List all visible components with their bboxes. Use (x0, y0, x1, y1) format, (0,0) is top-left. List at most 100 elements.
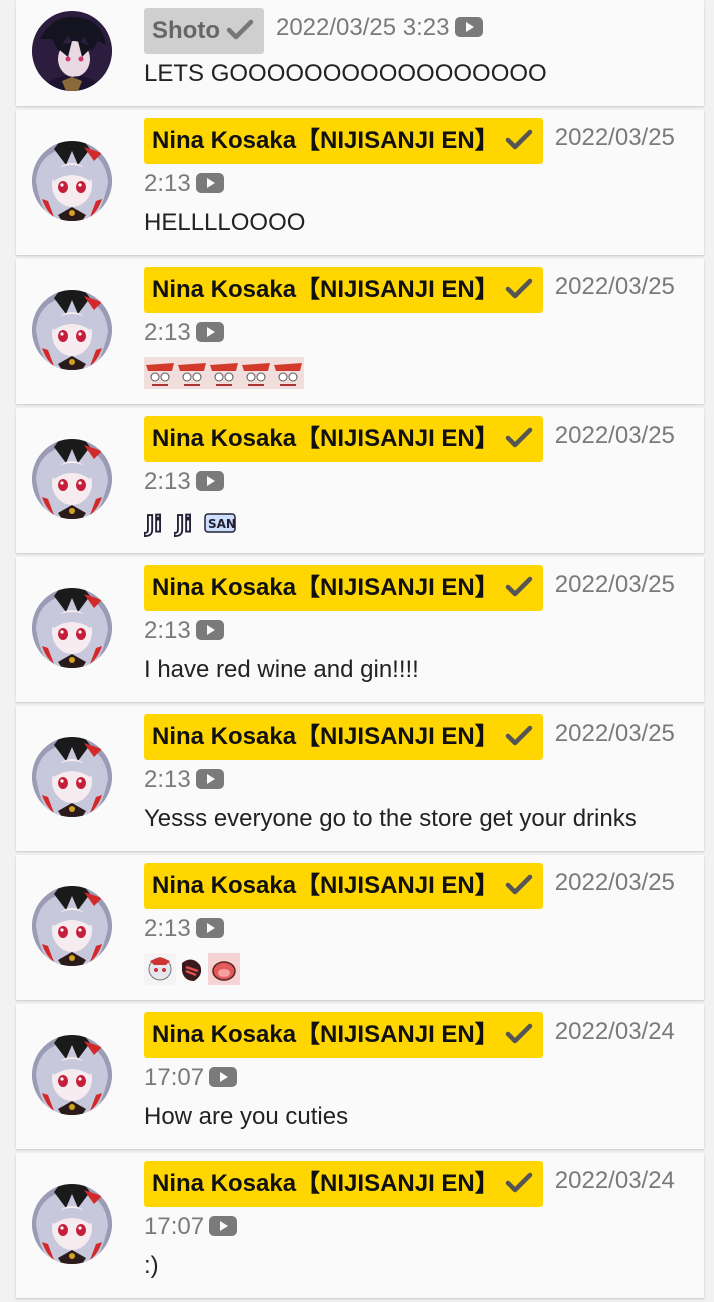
avatar[interactable] (32, 11, 112, 91)
youtube-icon[interactable] (191, 766, 225, 793)
chat-message: Nina Kosaka【NIJISANJI EN】 2022/03/25 2:13 (16, 855, 704, 1000)
message-time: 2:13 (144, 319, 191, 346)
youtube-icon[interactable] (191, 319, 225, 346)
check-icon (499, 872, 533, 899)
youtube-icon[interactable] (204, 1213, 238, 1240)
message-content: Shoto 2022/03/25 3:23 LETS GOOOOOOOOOOOOOO… (144, 8, 688, 93)
author-badge[interactable]: Nina Kosaka【NIJISANJI EN】 (144, 714, 543, 760)
svg-text:SAN: SAN (208, 517, 236, 531)
message-date: 2022/03/24 (554, 1018, 675, 1045)
youtube-icon[interactable] (191, 915, 225, 942)
message-header: Nina Kosaka【NIJISANJI EN】 2022/03/25 2:13 (144, 118, 688, 203)
check-icon (499, 425, 533, 452)
emote-face-icon (240, 356, 272, 389)
chat-message: Shoto 2022/03/25 3:23 LETS GOOOOOOOOOOOOOO… (16, 0, 704, 106)
author-badge[interactable]: Shoto (144, 8, 264, 54)
emote-face-icon (144, 356, 176, 389)
message-header: Nina Kosaka【NIJISANJI EN】 2022/03/25 2:13 (144, 416, 688, 501)
message-text: Yesss everyone go to the store get your … (144, 805, 637, 832)
avatar[interactable] (32, 737, 112, 817)
message-date: 2022/03/25 (554, 571, 675, 598)
message-time: 2:13 (144, 915, 191, 942)
emote-mouth-icon (208, 952, 240, 985)
author-name: Nina Kosaka【NIJISANJI EN】 (152, 723, 499, 750)
message-content: Nina Kosaka【NIJISANJI EN】 2022/03/24 17:0… (144, 1012, 688, 1136)
chat-message: Nina Kosaka【NIJISANJI EN】 2022/03/25 2:13… (16, 110, 704, 255)
message-header: Nina Kosaka【NIJISANJI EN】 2022/03/25 2:13 (144, 863, 688, 948)
author-name: Nina Kosaka【NIJISANJI EN】 (152, 1021, 499, 1048)
message-content: Nina Kosaka【NIJISANJI EN】 2022/03/25 2:13… (144, 714, 688, 838)
author-badge[interactable]: Nina Kosaka【NIJISANJI EN】 (144, 1012, 543, 1058)
author-name: Nina Kosaka【NIJISANJI EN】 (152, 872, 499, 899)
message-time: 2:13 (144, 170, 191, 197)
author-name: Nina Kosaka【NIJISANJI EN】 (152, 127, 499, 154)
avatar[interactable] (32, 886, 112, 966)
message-header: Nina Kosaka【NIJISANJI EN】 2022/03/25 2:13 (144, 565, 688, 650)
check-icon (499, 127, 533, 154)
chat-message: Nina Kosaka【NIJISANJI EN】 2022/03/24 17:0… (16, 1153, 704, 1298)
author-name: Nina Kosaka【NIJISANJI EN】 (152, 574, 499, 601)
chat-message: Nina Kosaka【NIJISANJI EN】 2022/03/25 2:13 (16, 259, 704, 404)
avatar[interactable] (32, 141, 112, 221)
author-badge[interactable]: Nina Kosaka【NIJISANJI EN】 (144, 1161, 543, 1207)
author-badge[interactable]: Nina Kosaka【NIJISANJI EN】 (144, 565, 543, 611)
message-time: 3:23 (402, 14, 450, 41)
message-content: Nina Kosaka【NIJISANJI EN】 2022/03/25 2:13… (144, 118, 688, 242)
check-icon (499, 1021, 533, 1048)
youtube-icon[interactable] (191, 468, 225, 495)
message-header: Nina Kosaka【NIJISANJI EN】 2022/03/24 17:0… (144, 1012, 688, 1097)
check-icon (499, 723, 533, 750)
check-icon (220, 17, 254, 44)
svg-text:Ji: Ji (144, 511, 162, 537)
message-header: Shoto 2022/03/25 3:23 (144, 8, 688, 54)
message-date: 2022/03/25 (554, 720, 675, 747)
avatar[interactable] (32, 290, 112, 370)
message-content: Nina Kosaka【NIJISANJI EN】 2022/03/25 2:13 (144, 267, 688, 391)
author-name: Nina Kosaka【NIJISANJI EN】 (152, 425, 499, 452)
emote-hand-icon (176, 952, 208, 985)
author-badge[interactable]: Nina Kosaka【NIJISANJI EN】 (144, 863, 543, 909)
youtube-icon[interactable] (191, 617, 225, 644)
emote-san-icon: SAN (204, 507, 236, 534)
message-text: HELLLLOOOO (144, 209, 306, 236)
message-header: Nina Kosaka【NIJISANJI EN】 2022/03/24 17:0… (144, 1161, 688, 1246)
author-name: Nina Kosaka【NIJISANJI EN】 (152, 1170, 499, 1197)
emote-ji-icon: Ji (173, 507, 204, 538)
chat-message: Nina Kosaka【NIJISANJI EN】 2022/03/25 2:13… (16, 408, 704, 553)
check-icon (499, 276, 533, 303)
youtube-icon[interactable] (191, 170, 225, 197)
message-content: Nina Kosaka【NIJISANJI EN】 2022/03/25 2:13 (144, 863, 688, 987)
message-date: 2022/03/25 (554, 869, 675, 896)
message-text (144, 948, 688, 987)
youtube-icon[interactable] (204, 1064, 238, 1091)
message-content: Nina Kosaka【NIJISANJI EN】 2022/03/24 17:0… (144, 1161, 688, 1285)
chat-message: Nina Kosaka【NIJISANJI EN】 2022/03/25 2:13… (16, 706, 704, 851)
author-name: Shoto (152, 17, 220, 44)
chat-message: Nina Kosaka【NIJISANJI EN】 2022/03/24 17:0… (16, 1004, 704, 1149)
message-text: I have red wine and gin!!!! (144, 656, 419, 683)
message-text: LETS GOOOOOOOOOOOOOOOOO (144, 60, 547, 87)
message-date: 2022/03/25 (554, 273, 675, 300)
avatar[interactable] (32, 439, 112, 519)
message-content: Nina Kosaka【NIJISANJI EN】 2022/03/25 2:13… (143, 416, 688, 540)
youtube-icon[interactable] (450, 14, 484, 41)
avatar[interactable] (32, 1035, 112, 1115)
message-time: 2:13 (144, 766, 191, 793)
author-badge[interactable]: Nina Kosaka【NIJISANJI EN】 (144, 267, 543, 313)
message-text (144, 352, 688, 391)
message-header: Nina Kosaka【NIJISANJI EN】 2022/03/25 2:13 (144, 267, 688, 352)
chat-message: Nina Kosaka【NIJISANJI EN】 2022/03/25 2:13… (16, 557, 704, 702)
author-badge[interactable]: Nina Kosaka【NIJISANJI EN】 (144, 416, 543, 462)
emote-face-icon (208, 356, 240, 389)
message-time: 2:13 (144, 468, 191, 495)
message-text: How are you cuties (144, 1103, 349, 1130)
author-badge[interactable]: Nina Kosaka【NIJISANJI EN】 (144, 118, 543, 164)
message-time: 17:07 (144, 1213, 205, 1240)
avatar[interactable] (32, 588, 112, 668)
check-icon (499, 574, 533, 601)
message-text: Ji Ji SAN (143, 501, 688, 540)
message-date: 2022/03/25 (275, 14, 397, 41)
avatar[interactable] (32, 1184, 112, 1264)
timestamp: 2022/03/25 3:23 (276, 14, 484, 41)
message-time: 2:13 (144, 617, 191, 644)
